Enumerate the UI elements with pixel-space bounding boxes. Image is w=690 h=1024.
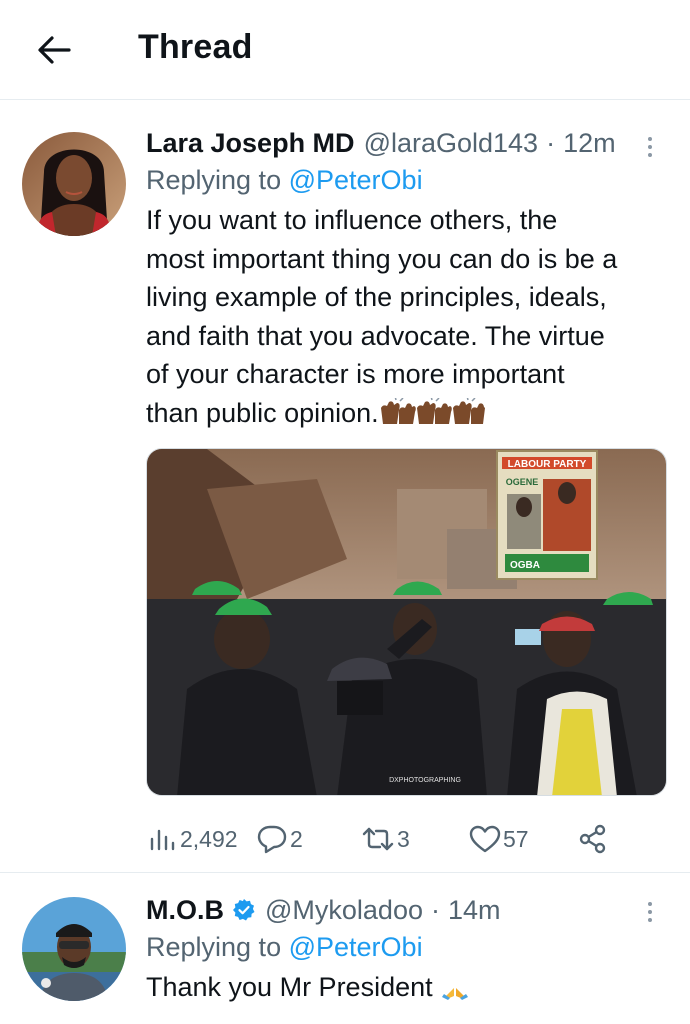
share-button[interactable] [578,819,608,859]
clapping-hands-emoji [379,395,487,437]
placard-text-bottom: OGBA [510,560,540,571]
tweet-header: Lara Joseph MD @laraGold143 · 12m [146,125,671,161]
tweet[interactable]: M.O.B @Mykoladoo · 14m Replying to @Pete… [0,874,690,1024]
views-count: 2,492 [180,825,238,852]
back-button[interactable] [34,30,74,70]
tweet[interactable]: Lara Joseph MD @laraGold143 · 12m Replyi… [0,101,690,873]
placard-text-mid: OGENE [506,477,539,487]
share-icon [579,824,606,854]
reply-icon [257,825,287,854]
more-dots-icon [648,145,652,149]
display-name[interactable]: M.O.B [146,892,224,928]
more-dots-icon [648,153,652,157]
avatar[interactable] [22,132,126,236]
separator: · [430,895,440,925]
replying-to: Replying to @PeterObi [146,928,671,966]
tweet-text-line-last: Thank you Mr President [146,968,671,1011]
replying-to: Replying to @PeterObi [146,161,671,199]
tweet-content: Lara Joseph MD @laraGold143 · 12m Replyi… [146,125,671,436]
verified-badge-icon [232,898,256,922]
tweet-content: M.O.B @Mykoladoo · 14m Replying to @Pete… [146,892,671,1011]
timestamp[interactable]: 12m [563,125,616,161]
mention-link[interactable]: @PeterObi [289,165,423,195]
more-options-button[interactable] [640,129,660,165]
placard-text-top: LABOUR PARTY [508,459,587,470]
thread-header: Thread [0,0,690,100]
folded-hands-emoji [440,970,470,1011]
tweet-text-segment: than public opinion. [146,397,379,428]
tweet-header: M.O.B @Mykoladoo · 14m [146,892,671,928]
replying-prefix: Replying to [146,932,282,962]
user-handle[interactable]: @Mykoladoo [265,892,423,928]
like-button[interactable]: 57 [469,819,529,859]
more-options-button[interactable] [640,894,660,930]
tweet-text-line: If you want to influence others, the [146,205,558,235]
more-dots-icon [648,137,652,141]
avatar[interactable] [22,897,126,1001]
views-button[interactable]: 2,492 [148,819,238,859]
tweet-photo[interactable]: LABOUR PARTY OGENE OGBA DXPHOTOGRAPHING [146,448,667,796]
retweet-button[interactable]: 3 [361,819,410,859]
retweet-icon [362,827,394,851]
like-icon [469,825,501,853]
tweet-text-segment: Thank you Mr President [146,972,433,1002]
separator: · [546,128,556,158]
display-name[interactable]: Lara Joseph MD [146,125,355,161]
tweet-text-line: and faith that you advocate. The virtue [146,320,605,351]
reply-count: 2 [290,825,303,852]
tweet-actions: 2,492 2 3 57 [146,819,666,859]
user-handle[interactable]: @laraGold143 [364,125,539,161]
back-arrow-icon [38,36,71,64]
tweet-text-line: of your character is more important [146,359,565,389]
timestamp[interactable]: 14m [448,892,501,928]
tweet-text: Thank you Mr President [146,968,671,1011]
reply-button[interactable]: 2 [256,819,303,859]
more-dots-icon [648,918,652,922]
mention-link[interactable]: @PeterObi [289,932,423,962]
like-count: 57 [503,825,529,852]
tweet-text-line: most important thing you can do is be a [146,243,618,274]
views-icon [150,829,175,851]
retweet-count: 3 [397,825,410,852]
tweet-text-line-last: than public opinion. [146,394,671,437]
more-dots-icon [648,910,652,914]
replying-prefix: Replying to [146,165,282,195]
page-title: Thread [138,28,253,66]
tweet-text: If you want to influence others, the mos… [146,201,671,436]
tweet-text-line: living example of the principles, ideals… [146,282,607,312]
more-dots-icon [648,902,652,906]
photo-watermark: DXPHOTOGRAPHING [389,777,461,784]
